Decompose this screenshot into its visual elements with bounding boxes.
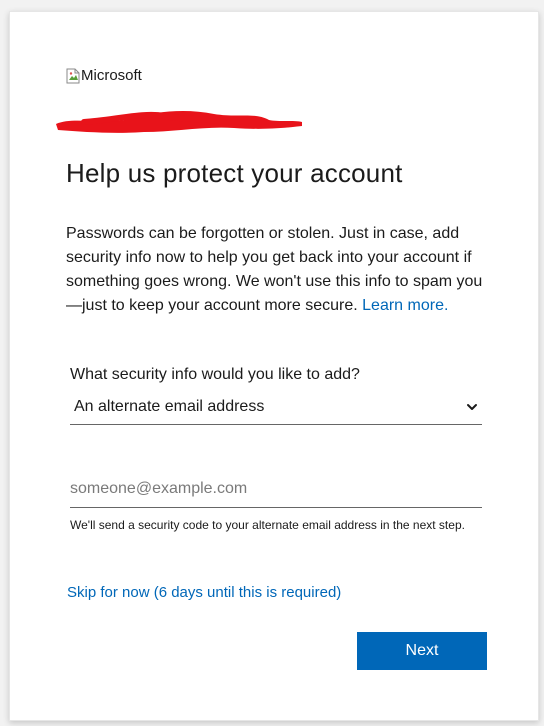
learn-more-link[interactable]: Learn more. [362, 297, 448, 314]
sign-in-card: Microsoft Help us protect your account P… [9, 11, 539, 721]
redaction-mark [56, 111, 302, 133]
security-info-select[interactable]: An alternate email address [70, 393, 482, 425]
security-info-label: What security info would you like to add… [70, 366, 360, 383]
logo-alt-text: Microsoft [81, 67, 142, 84]
skip-for-now-link[interactable]: Skip for now (6 days until this is requi… [67, 584, 341, 601]
next-button[interactable]: Next [357, 632, 487, 670]
microsoft-logo: Microsoft [66, 67, 142, 84]
email-field[interactable] [70, 476, 482, 508]
security-code-hint: We'll send a security code to your alter… [70, 518, 465, 532]
chevron-down-icon [467, 403, 477, 410]
page-title: Help us protect your account [66, 158, 403, 188]
description: Passwords can be forgotten or stolen. Ju… [66, 222, 496, 318]
broken-image-icon [66, 68, 80, 83]
security-info-selected: An alternate email address [74, 397, 265, 415]
